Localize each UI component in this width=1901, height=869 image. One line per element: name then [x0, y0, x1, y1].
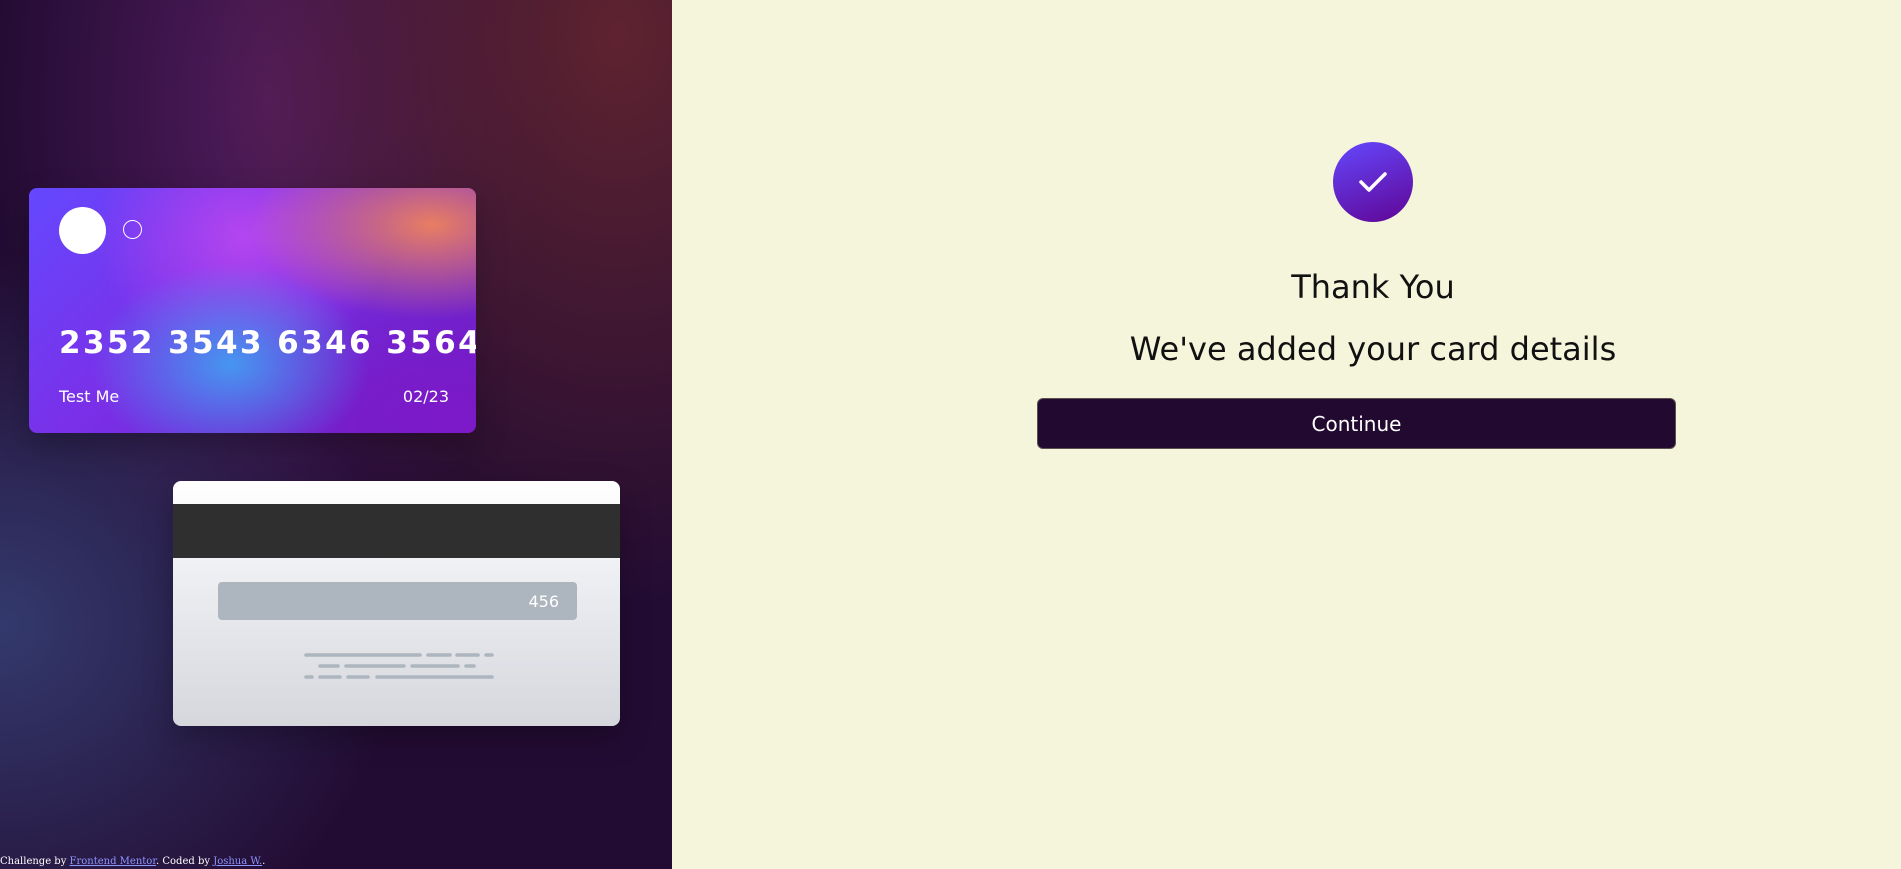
card-front: 2352 3543 6346 3564 Test Me 02/23	[29, 188, 476, 433]
card-back-pattern	[304, 653, 494, 679]
frontend-mentor-link[interactable]: Frontend Mentor	[70, 856, 156, 867]
card-logo-large-circle	[59, 207, 106, 254]
magnetic-stripe	[173, 504, 620, 558]
continue-button[interactable]: Continue	[1037, 398, 1676, 449]
attribution-prefix: Challenge by	[0, 856, 70, 867]
card-cvc: 456	[528, 592, 559, 611]
confirmation-panel: Thank You We've added your card details …	[672, 0, 1901, 869]
attribution-suffix: .	[262, 856, 266, 867]
card-number: 2352 3543 6346 3564	[59, 325, 476, 361]
card-back: 456	[173, 481, 620, 726]
author-link[interactable]: Joshua W.	[213, 856, 262, 867]
card-expiry: 02/23	[402, 387, 449, 406]
attribution-middle: . Coded by	[156, 856, 214, 867]
success-badge	[1333, 142, 1413, 222]
left-panel: 2352 3543 6346 3564 Test Me 02/23 456 Ch…	[0, 0, 672, 869]
cvc-strip: 456	[218, 582, 577, 620]
card-logo-small-circle	[123, 220, 142, 239]
thank-you-heading: Thank You	[1291, 268, 1455, 306]
cardholder-name: Test Me	[59, 387, 120, 406]
confirmation-message: We've added your card details	[1129, 330, 1617, 368]
page: 2352 3543 6346 3564 Test Me 02/23 456 Ch…	[0, 0, 1901, 869]
check-icon	[1359, 172, 1387, 192]
attribution: Challenge by Frontend Mentor. Coded by J…	[0, 856, 265, 867]
